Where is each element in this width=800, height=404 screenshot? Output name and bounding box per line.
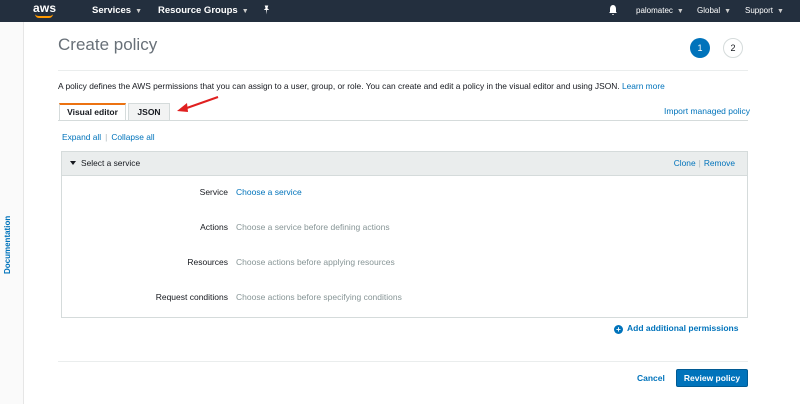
resources-label: Resources bbox=[187, 257, 228, 267]
wizard-step-1[interactable]: 1 bbox=[690, 38, 710, 58]
add-additional-permissions-button[interactable]: + Add additional permissions bbox=[614, 323, 738, 334]
import-managed-policy-link[interactable]: Import managed policy bbox=[664, 106, 750, 116]
expand-all-link[interactable]: Expand all bbox=[62, 132, 101, 142]
description-text: A policy defines the AWS permissions tha… bbox=[58, 81, 620, 91]
caret-down-icon: ▼ bbox=[724, 8, 732, 15]
choose-service-link[interactable]: Choose a service bbox=[236, 187, 302, 197]
remove-link[interactable]: Remove bbox=[704, 158, 735, 168]
service-panel-actions: Clone | Remove bbox=[674, 158, 735, 168]
services-menu[interactable]: Services ▼ bbox=[92, 5, 142, 16]
annotation-arrow bbox=[177, 96, 219, 112]
add-permissions-label: Add additional permissions bbox=[627, 323, 739, 333]
expand-collapse-controls: Expand all | Collapse all bbox=[62, 132, 155, 142]
caret-down-icon: ▼ bbox=[135, 8, 143, 15]
service-panel: Select a service Clone | Remove Service Ch… bbox=[61, 151, 748, 318]
header-divider bbox=[58, 70, 748, 71]
collapse-triangle-icon[interactable] bbox=[70, 161, 76, 165]
link-separator: | bbox=[698, 158, 701, 168]
resource-groups-menu[interactable]: Resource Groups ▼ bbox=[158, 5, 249, 16]
actions-placeholder: Choose a service before defining actions bbox=[236, 222, 390, 232]
services-label: Services bbox=[92, 5, 132, 16]
bell-icon[interactable] bbox=[608, 4, 618, 16]
caret-down-icon: ▼ bbox=[241, 8, 249, 15]
resources-placeholder: Choose actions before applying resources bbox=[236, 257, 395, 267]
resource-groups-label: Resource Groups bbox=[158, 5, 238, 16]
account-menu[interactable]: palomatec ▼ bbox=[636, 6, 684, 15]
plus-circle-icon: + bbox=[614, 325, 623, 334]
service-panel-header[interactable]: Select a service Clone | Remove bbox=[62, 152, 747, 176]
documentation-link[interactable]: Documentation bbox=[3, 216, 12, 274]
footer-divider bbox=[58, 361, 748, 362]
actions-label: Actions bbox=[200, 222, 228, 232]
review-policy-button[interactable]: Review policy bbox=[676, 369, 748, 387]
region-menu[interactable]: Global ▼ bbox=[697, 6, 731, 15]
aws-logo-smile-icon bbox=[35, 14, 53, 18]
wizard-step-2[interactable]: 2 bbox=[723, 38, 743, 58]
caret-down-icon: ▼ bbox=[777, 8, 784, 15]
service-label: Service bbox=[199, 187, 228, 197]
region-label: Global bbox=[697, 6, 721, 15]
pin-icon[interactable] bbox=[262, 4, 271, 16]
service-panel-title: Select a service bbox=[81, 158, 141, 168]
learn-more-link[interactable]: Learn more bbox=[622, 81, 665, 91]
account-name: palomatec bbox=[636, 6, 673, 15]
clone-link[interactable]: Clone bbox=[674, 158, 696, 168]
link-separator: | bbox=[105, 132, 108, 142]
support-menu[interactable]: Support ▼ bbox=[745, 6, 784, 15]
page-description: A policy defines the AWS permissions tha… bbox=[58, 81, 665, 91]
tab-json[interactable]: JSON bbox=[128, 103, 170, 121]
request-conditions-label: Request conditions bbox=[155, 292, 228, 302]
support-label: Support bbox=[745, 6, 774, 15]
tabs-underline bbox=[58, 120, 748, 121]
request-conditions-placeholder: Choose actions before specifying conditi… bbox=[236, 292, 402, 302]
collapse-all-link[interactable]: Collapse all bbox=[111, 132, 154, 142]
tab-visual-editor[interactable]: Visual editor bbox=[59, 103, 126, 121]
aws-logo[interactable]: aws bbox=[33, 1, 56, 15]
caret-down-icon: ▼ bbox=[676, 8, 684, 15]
page-title: Create policy bbox=[58, 35, 158, 54]
top-navigation-bar: aws Services ▼ Resource Groups ▼ palomatec… bbox=[0, 0, 800, 22]
documentation-sidebar: Documentation bbox=[0, 22, 24, 404]
cancel-button[interactable]: Cancel bbox=[637, 373, 665, 383]
